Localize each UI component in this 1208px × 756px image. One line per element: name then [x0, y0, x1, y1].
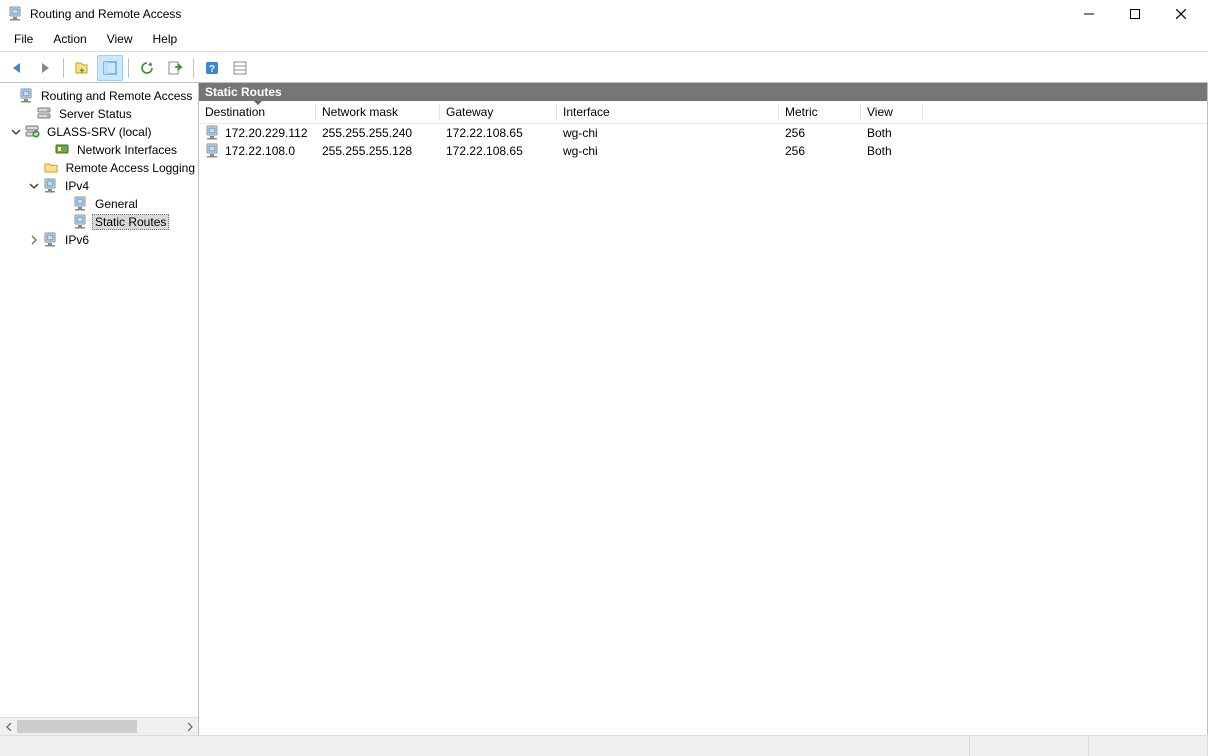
chevron-down-icon[interactable]: [10, 127, 22, 137]
table-row[interactable]: 172.22.108.0 255.255.255.128172.22.108.65…: [199, 142, 1207, 160]
menu-bar: File Action View Help: [0, 28, 1208, 50]
tree-label: IPv4: [62, 178, 92, 194]
tree-server[interactable]: GLASS-SRV (local): [0, 123, 198, 141]
route-icon: [205, 125, 221, 141]
tree-label: General: [92, 196, 141, 212]
cell-text: 172.20.229.112: [225, 126, 308, 140]
sort-desc-icon: [254, 101, 262, 105]
rras-icon: [19, 88, 35, 104]
minimize-button[interactable]: [1066, 0, 1112, 28]
list-body: 172.20.229.112255.255.255.240172.22.108.…: [199, 124, 1207, 160]
cell-network-mask: 255.255.255.128: [316, 144, 440, 158]
tree-root-label: Routing and Remote Access: [38, 88, 195, 104]
app-icon: [8, 6, 24, 22]
details-button[interactable]: [227, 55, 253, 81]
status-cell: [970, 736, 1089, 756]
tree-remote-access-logging[interactable]: Remote Access Logging: [0, 159, 198, 177]
chevron-down-icon[interactable]: [28, 181, 40, 191]
rras-icon: [43, 232, 59, 248]
tree-label: IPv6: [62, 232, 92, 248]
menu-file[interactable]: File: [4, 30, 43, 48]
tree-label: GLASS-SRV (local): [44, 124, 154, 140]
column-header-gateway[interactable]: Gateway: [440, 102, 557, 122]
cell-gateway: 172.22.108.65: [440, 126, 557, 140]
close-button[interactable]: [1158, 0, 1204, 28]
cell-network-mask: 255.255.255.240: [316, 126, 440, 140]
tree-ipv4-general[interactable]: General: [0, 195, 198, 213]
status-cell: [0, 736, 970, 756]
server-running-icon: [25, 124, 41, 140]
cell-view: Both: [861, 144, 923, 158]
cell-interface: wg-chi: [557, 126, 779, 140]
tree-network-interfaces[interactable]: Network Interfaces: [0, 141, 198, 159]
server-icon: [37, 106, 53, 122]
table-row[interactable]: 172.20.229.112 255.255.255.240172.22.108.…: [199, 124, 1207, 142]
cell-destination: 172.22.108.0: [199, 143, 316, 159]
scroll-right-button[interactable]: [181, 718, 198, 735]
svg-text:?: ?: [209, 64, 215, 75]
tree-pane: Routing and Remote Access Server Status …: [0, 83, 199, 735]
cell-gateway: 172.22.108.65: [440, 144, 557, 158]
chevron-right-icon[interactable]: [28, 235, 40, 245]
content-pane: Static Routes Destination Network mask G…: [199, 83, 1208, 735]
status-bar: [0, 735, 1208, 756]
rras-icon: [73, 196, 89, 212]
column-label: Destination: [205, 105, 265, 119]
menu-help[interactable]: Help: [143, 30, 188, 48]
cell-destination: 172.20.229.112: [199, 125, 316, 141]
window-title: Routing and Remote Access: [30, 7, 181, 21]
scroll-left-button[interactable]: [0, 718, 17, 735]
cell-view: Both: [861, 126, 923, 140]
content-header: Static Routes: [199, 83, 1207, 101]
tree-server-status[interactable]: Server Status: [0, 105, 198, 123]
tree-label: Static Routes: [92, 214, 169, 230]
scrollbar-thumb[interactable]: [17, 720, 137, 733]
tree-ipv6[interactable]: IPv6: [0, 231, 198, 249]
tree-label: Remote Access Logging: [63, 160, 198, 176]
window-controls: [1066, 0, 1204, 28]
show-hide-tree-button[interactable]: [97, 55, 123, 81]
menu-action[interactable]: Action: [43, 30, 96, 48]
route-icon: [205, 143, 221, 159]
rras-icon: [43, 178, 59, 194]
tree-label: Network Interfaces: [74, 142, 180, 158]
folder-icon: [44, 160, 60, 176]
toolbar: ?: [0, 52, 1208, 83]
forward-button[interactable]: [32, 55, 58, 81]
column-header-network-mask[interactable]: Network mask: [316, 102, 440, 122]
maximize-button[interactable]: [1112, 0, 1158, 28]
rras-icon: [73, 214, 89, 230]
nic-icon: [55, 142, 71, 158]
column-header-view[interactable]: View: [861, 102, 923, 122]
column-header-destination[interactable]: Destination: [199, 102, 316, 122]
refresh-button[interactable]: [134, 55, 160, 81]
status-cell: [1089, 736, 1208, 756]
list-header: Destination Network mask Gateway Interfa…: [199, 101, 1207, 124]
cell-metric: 256: [779, 126, 861, 140]
tree-ipv4[interactable]: IPv4: [0, 177, 198, 195]
column-header-interface[interactable]: Interface: [557, 102, 779, 122]
cell-interface: wg-chi: [557, 144, 779, 158]
tree-label: Server Status: [56, 106, 135, 122]
export-button[interactable]: [162, 55, 188, 81]
tree-ipv4-static-routes[interactable]: Static Routes: [0, 213, 198, 231]
cell-text: 172.22.108.0: [225, 144, 295, 158]
column-header-metric[interactable]: Metric: [779, 102, 861, 122]
back-button[interactable]: [4, 55, 30, 81]
menu-view[interactable]: View: [97, 30, 143, 48]
tree-root[interactable]: Routing and Remote Access: [0, 87, 198, 105]
tree-horizontal-scrollbar[interactable]: [0, 717, 198, 735]
up-button[interactable]: [69, 55, 95, 81]
help-button[interactable]: ?: [199, 55, 225, 81]
title-bar: Routing and Remote Access: [0, 0, 1208, 28]
cell-metric: 256: [779, 144, 861, 158]
